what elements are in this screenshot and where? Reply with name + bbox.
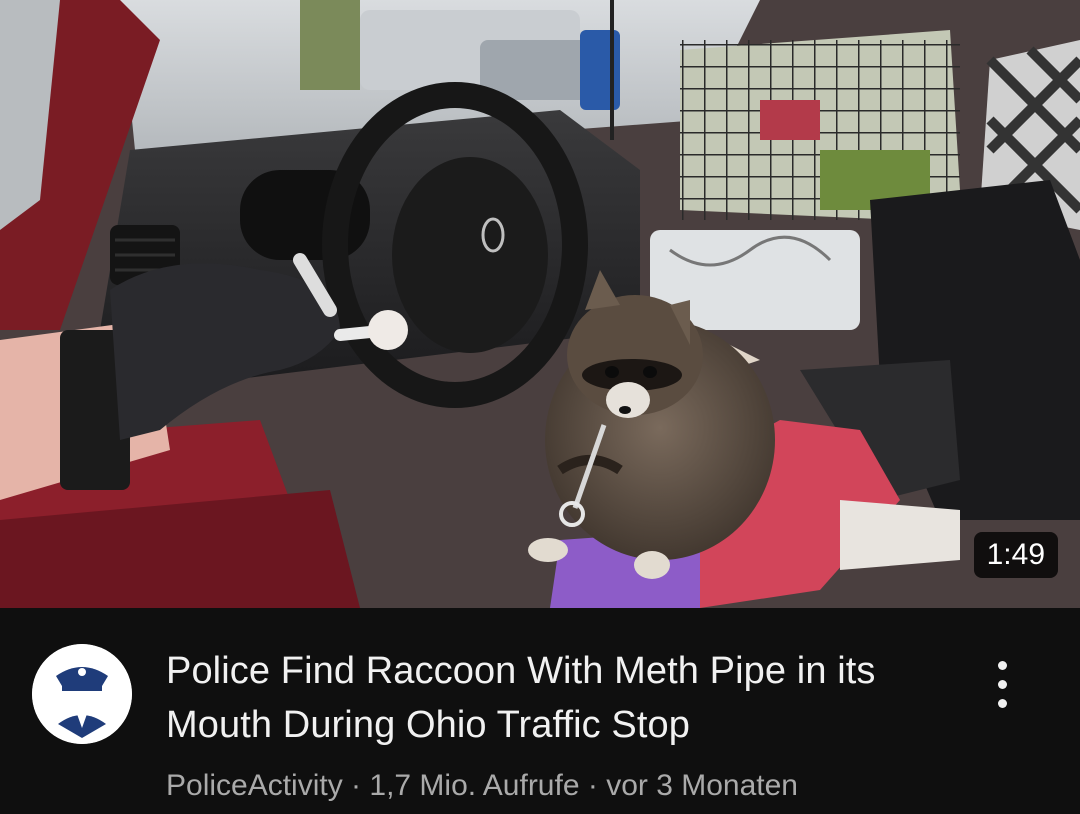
video-metadata: PoliceActivity · 1,7 Mio. Aufrufe · vor … bbox=[166, 766, 1026, 806]
more-vert-icon[interactable] bbox=[976, 646, 1028, 722]
video-card[interactable]: 1:49 Police Find Raccoon With Meth Pipe … bbox=[0, 0, 1080, 814]
video-title[interactable]: Police Find Raccoon With Meth Pipe in it… bbox=[166, 644, 946, 752]
raccoon-in-car-icon bbox=[0, 0, 1080, 608]
more-dot bbox=[997, 679, 1007, 689]
police-officer-icon bbox=[32, 644, 132, 744]
channel-name[interactable]: PoliceActivity bbox=[166, 769, 343, 802]
video-thumbnail[interactable]: 1:49 bbox=[0, 0, 1080, 608]
more-dot bbox=[997, 660, 1007, 670]
more-dot bbox=[997, 698, 1007, 708]
meta-separator: · bbox=[342, 769, 370, 802]
upload-age: vor 3 Monaten bbox=[606, 769, 798, 802]
view-count: 1,7 Mio. Aufrufe bbox=[369, 769, 580, 802]
duration-badge: 1:49 bbox=[973, 532, 1058, 578]
video-details: Police Find Raccoon With Meth Pipe in it… bbox=[0, 608, 1080, 814]
meta-separator: · bbox=[579, 769, 607, 802]
channel-avatar[interactable] bbox=[32, 644, 132, 744]
